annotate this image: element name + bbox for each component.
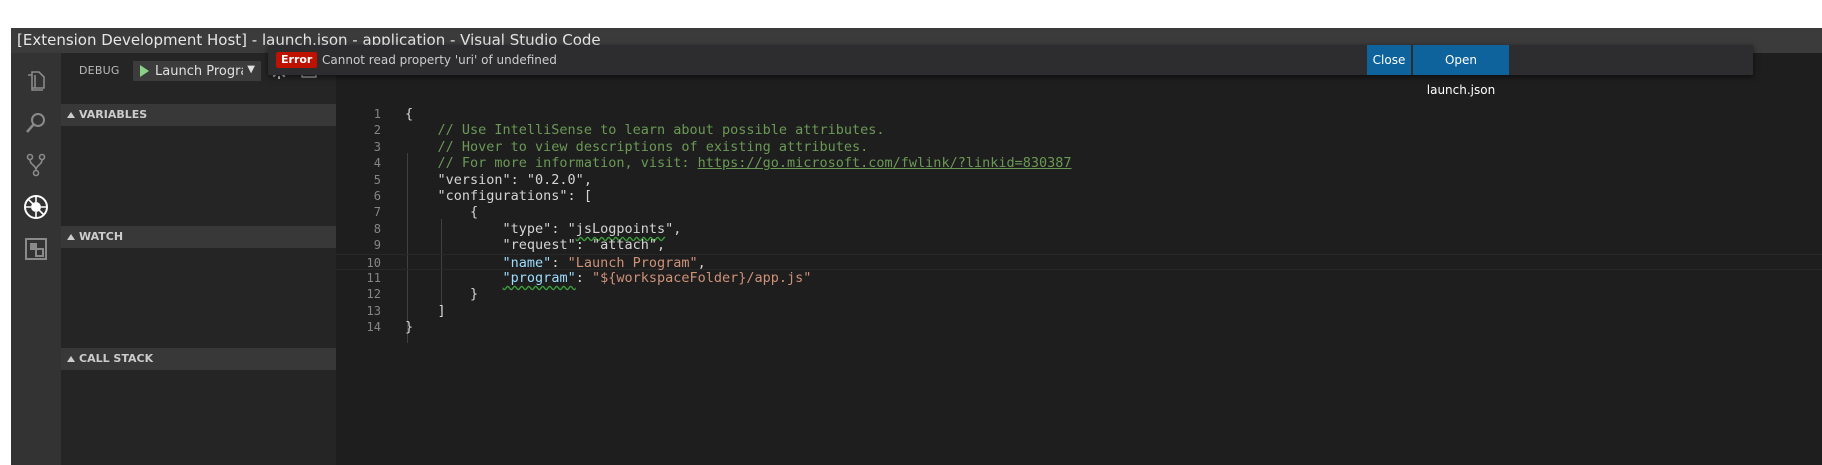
code-text[interactable]: "name": "Launch Program", <box>405 255 706 271</box>
files-icon[interactable] <box>22 67 50 95</box>
line-number: 12 <box>366 287 381 301</box>
code-text[interactable]: { <box>405 204 478 220</box>
code-line[interactable]: 6 "configurations": [ <box>336 188 1822 204</box>
code-text[interactable]: // Use IntelliSense to learn about possi… <box>405 122 885 138</box>
line-number: 2 <box>373 123 381 137</box>
line-number: 10 <box>366 256 381 270</box>
activity-bar <box>11 53 61 465</box>
code-line[interactable]: 12 } <box>336 286 1822 302</box>
code-token: } <box>470 286 479 302</box>
code-token: jsLogpoints <box>575 221 666 237</box>
search-icon[interactable] <box>22 109 50 137</box>
call-stack-section-header[interactable]: CALL STACK <box>61 348 336 370</box>
code-text[interactable]: "version": "0.2.0", <box>405 172 592 188</box>
close-button[interactable]: Close <box>1367 45 1411 75</box>
code-token: "${workspaceFolder}/app.js" <box>591 270 812 286</box>
vscode-window: [Extension Development Host] - launch.js… <box>11 28 1822 465</box>
launch-config-select[interactable]: Launch Progra ▼ <box>133 61 261 81</box>
code-token: ", <box>665 221 682 237</box>
error-message: Cannot read property 'uri' of undefined <box>322 53 557 67</box>
code-token: "configurations": [ <box>437 188 592 204</box>
code-token: "type": " <box>502 221 576 237</box>
line-number: 1 <box>373 107 381 121</box>
collapse-triangle-icon <box>67 234 75 240</box>
code-token: ] <box>437 303 446 319</box>
code-line[interactable]: 5 "version": "0.2.0", <box>336 172 1822 188</box>
code-token: } <box>405 319 414 335</box>
code-token: // Use IntelliSense to learn about possi… <box>437 122 885 138</box>
code-text[interactable]: } <box>405 286 478 302</box>
code-line[interactable]: 3 // Hover to view descriptions of exist… <box>336 139 1822 155</box>
line-number: 9 <box>373 238 381 252</box>
watch-section-label: WATCH <box>79 230 124 243</box>
extensions-icon[interactable] <box>22 235 50 263</box>
code-line[interactable]: 1{ <box>336 106 1822 122</box>
source-control-icon[interactable] <box>22 151 50 179</box>
error-notification: Error Cannot read property 'uri' of unde… <box>268 45 1753 97</box>
code-token: "name" <box>502 255 552 271</box>
code-text[interactable]: ] <box>405 303 446 319</box>
code-text[interactable]: "configurations": [ <box>405 188 592 204</box>
launch-config-value: Launch Progra <box>155 64 243 79</box>
code-token: // Hover to view descriptions of existin… <box>437 139 869 155</box>
variables-section-header[interactable]: VARIABLES <box>61 104 336 126</box>
code-link[interactable]: https://go.microsoft.com/fwlink/?linkid=… <box>698 155 1072 171</box>
code-line[interactable]: 14} <box>336 319 1822 335</box>
code-token: // For more information, visit: <box>437 155 698 171</box>
code-token: , <box>697 255 706 271</box>
code-editor[interactable]: 1{2 // Use IntelliSense to learn about p… <box>336 53 1822 465</box>
code-text[interactable]: "request": "attach", <box>405 237 666 253</box>
code-token: : <box>551 255 568 271</box>
play-icon[interactable] <box>140 65 149 77</box>
collapse-triangle-icon <box>67 112 75 118</box>
code-token: "Launch Program" <box>567 255 698 271</box>
code-line[interactable]: 11 "program": "${workspaceFolder}/app.js… <box>336 270 1822 286</box>
code-line[interactable]: 8 "type": "jsLogpoints", <box>336 221 1822 237</box>
code-text[interactable]: "type": "jsLogpoints", <box>405 221 682 237</box>
open-launch-json-button[interactable]: Open launch.json <box>1413 45 1509 97</box>
line-number: 13 <box>366 304 381 318</box>
line-number: 8 <box>373 222 381 236</box>
code-token: : <box>575 270 592 286</box>
line-number: 11 <box>366 271 381 285</box>
code-text[interactable]: "program": "${workspaceFolder}/app.js" <box>405 270 812 286</box>
code-text[interactable]: { <box>405 106 413 122</box>
code-text[interactable]: } <box>405 319 413 335</box>
code-token: { <box>405 106 414 122</box>
line-number: 6 <box>373 189 381 203</box>
debug-icon[interactable] <box>22 193 50 221</box>
code-line[interactable]: 2 // Use IntelliSense to learn about pos… <box>336 122 1822 138</box>
code-line[interactable]: 13 ] <box>336 303 1822 319</box>
line-number: 7 <box>373 205 381 219</box>
code-line[interactable]: 4 // For more information, visit: https:… <box>336 155 1822 171</box>
code-token: "version": "0.2.0", <box>437 172 592 188</box>
variables-section-label: VARIABLES <box>79 108 148 121</box>
watch-section-header[interactable]: WATCH <box>61 226 336 248</box>
line-number: 3 <box>373 140 381 154</box>
collapse-triangle-icon <box>67 356 75 362</box>
code-token: "request": "attach", <box>502 237 666 253</box>
code-line[interactable]: 9 "request": "attach", <box>336 237 1822 253</box>
line-number: 4 <box>373 156 381 170</box>
code-line[interactable]: 10 "name": "Launch Program", <box>336 254 1822 271</box>
code-token: { <box>470 204 479 220</box>
chevron-down-icon[interactable]: ▼ <box>247 64 255 75</box>
error-badge: Error <box>276 52 318 68</box>
debug-sidebar: DEBUG Launch Progra ▼ VARIABLES WATCH CA… <box>61 53 336 465</box>
line-number: 14 <box>366 320 381 334</box>
call-stack-section-label: CALL STACK <box>79 352 154 365</box>
code-text[interactable]: // For more information, visit: https://… <box>405 155 1072 171</box>
code-text[interactable]: // Hover to view descriptions of existin… <box>405 139 869 155</box>
line-number: 5 <box>373 173 381 187</box>
code-line[interactable]: 7 { <box>336 204 1822 220</box>
debug-title: DEBUG <box>79 64 120 77</box>
code-token: "program" <box>502 270 576 286</box>
